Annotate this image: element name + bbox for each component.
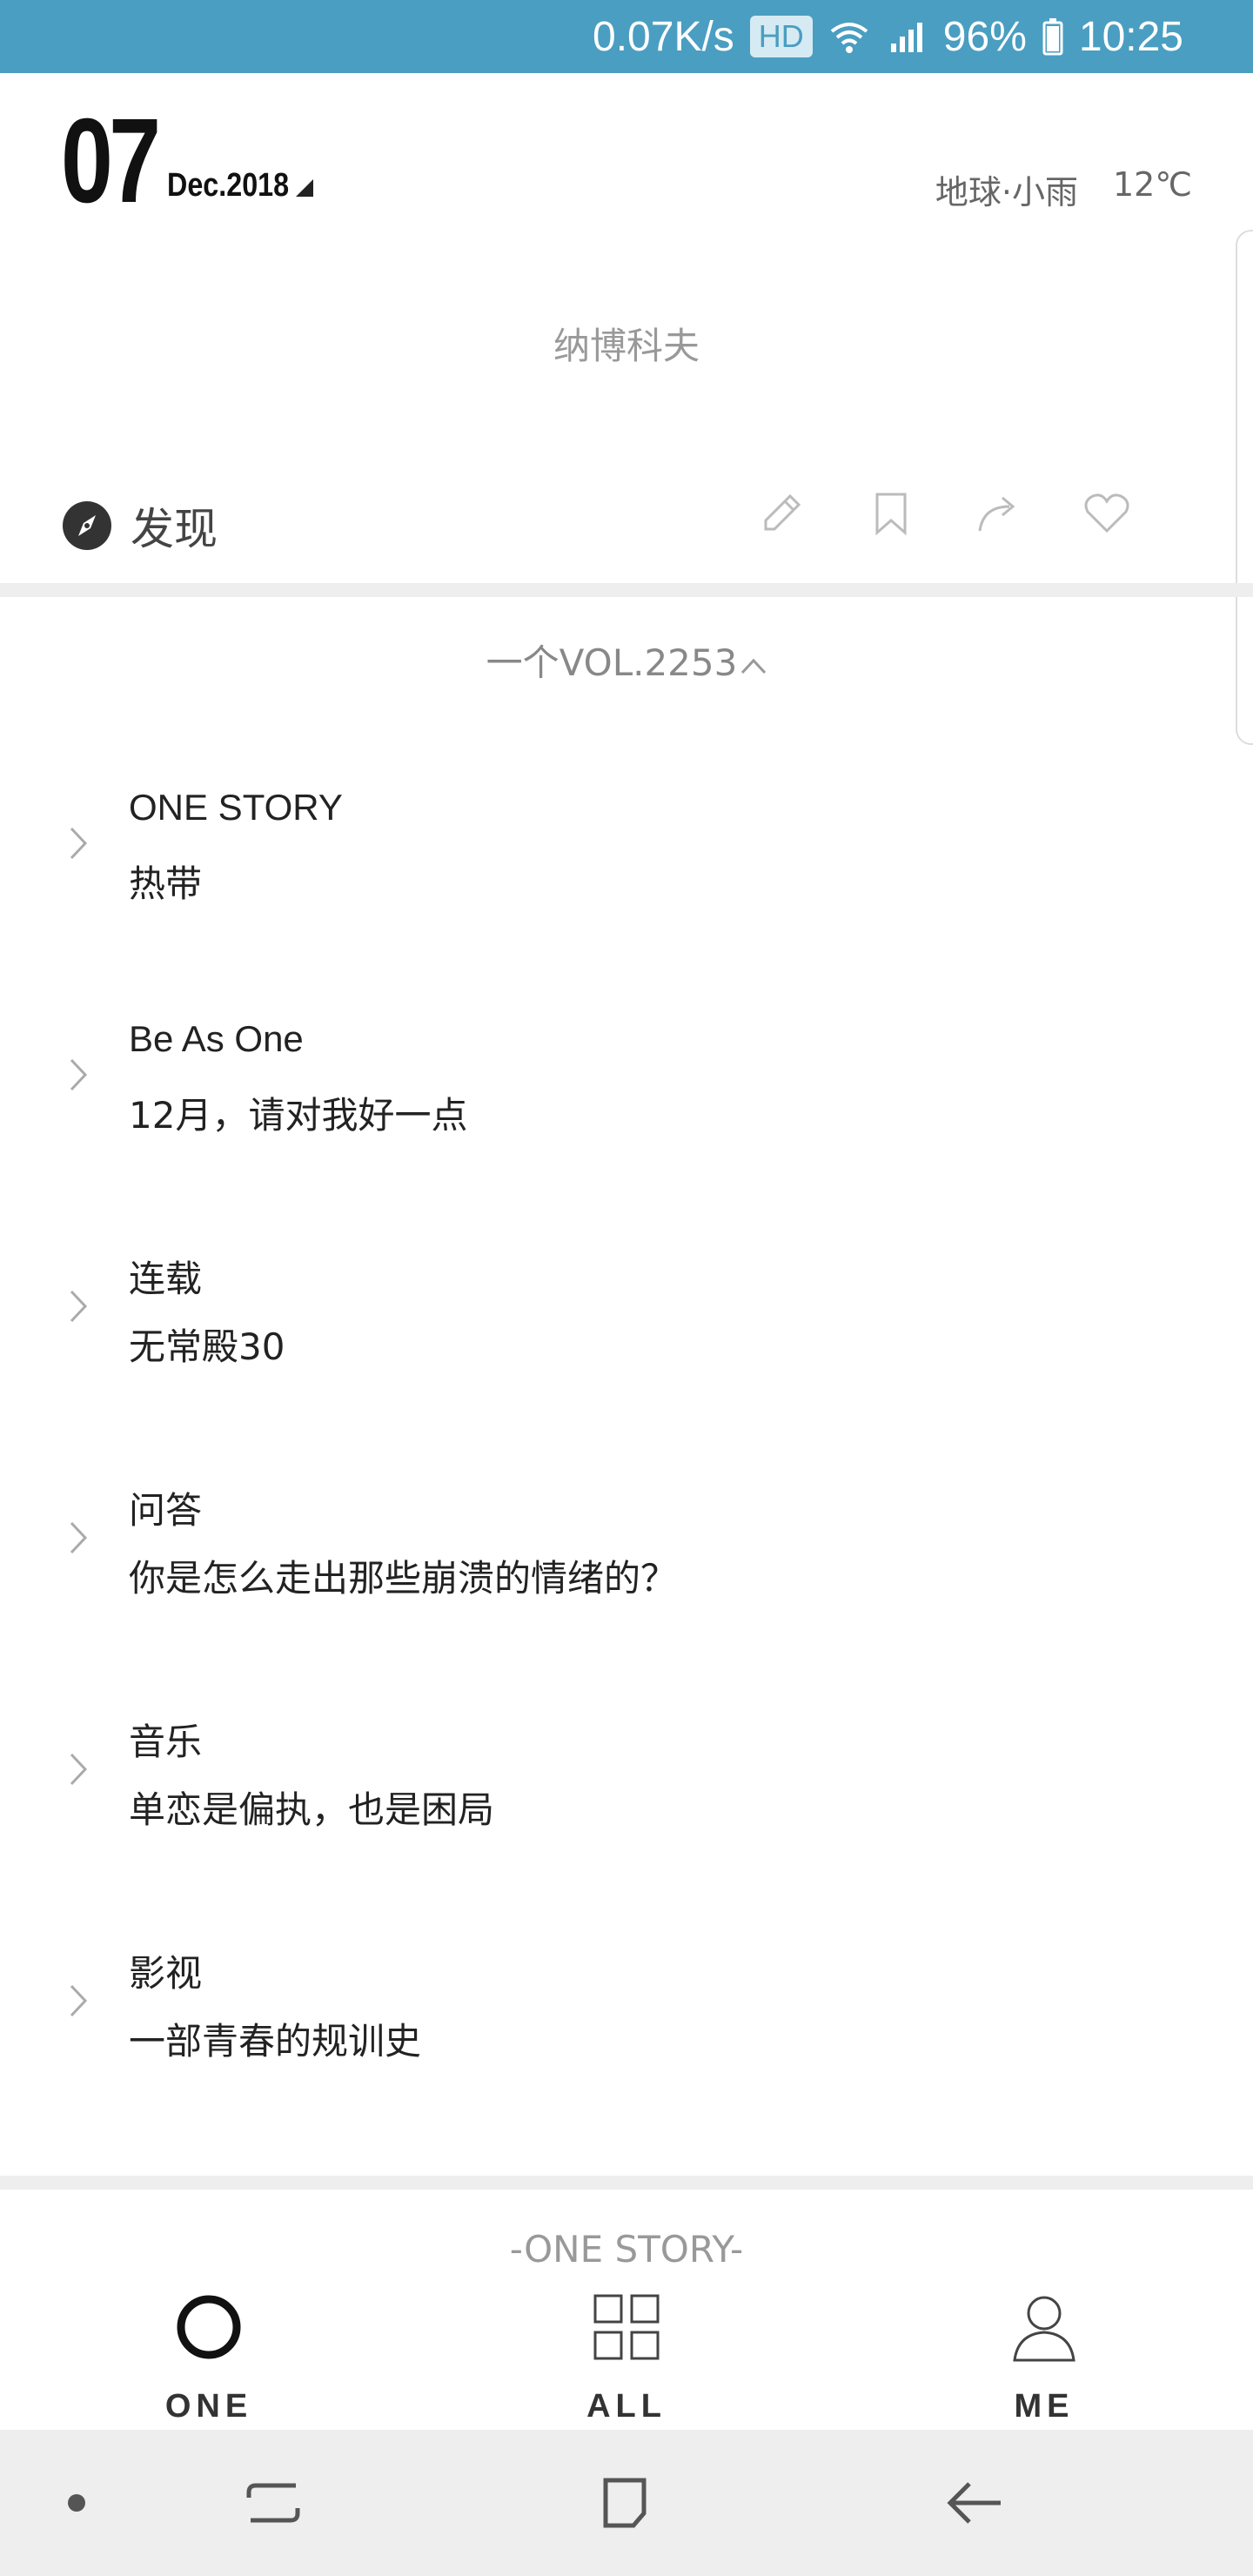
home-icon[interactable] bbox=[590, 2468, 660, 2538]
compass-icon bbox=[63, 501, 111, 550]
list-item-category: 影视 bbox=[129, 1953, 203, 1994]
author-name[interactable]: 纳博科夫 bbox=[0, 317, 1253, 370]
list-item[interactable]: 影视 一部青春的规训史 bbox=[0, 1927, 1253, 2101]
weather-temperature: 12℃ bbox=[1112, 165, 1192, 204]
list-item-title: 你是怎么走出那些崩溃的情绪的？ bbox=[129, 1557, 678, 1600]
person-icon bbox=[1013, 2296, 1075, 2362]
date-picker-caret-icon[interactable] bbox=[296, 179, 313, 197]
status-bar: 0.07K/s HD 96% 10:25 bbox=[0, 0, 1253, 73]
grid-icon bbox=[593, 2294, 660, 2360]
list-item[interactable]: Be As One 12月，请对我好一点 bbox=[0, 1001, 1253, 1175]
chevron-right-icon bbox=[70, 1753, 88, 1786]
list-item[interactable]: 问答 你是怎么走出那些崩溃的情绪的？ bbox=[0, 1464, 1253, 1638]
dot-icon[interactable] bbox=[42, 2468, 111, 2538]
list-item-category: 音乐 bbox=[129, 1721, 203, 1762]
chevron-right-icon bbox=[70, 1521, 88, 1554]
chevron-right-icon bbox=[70, 1984, 88, 2017]
clock: 10:25 bbox=[1078, 13, 1183, 60]
wifi-icon bbox=[830, 23, 868, 53]
heart-icon[interactable] bbox=[1081, 487, 1133, 540]
list-item-category: ONE STORY bbox=[129, 787, 343, 828]
hd-badge: HD bbox=[749, 16, 813, 57]
recents-icon[interactable] bbox=[238, 2468, 308, 2538]
weather-location: 地球·小雨 bbox=[935, 173, 1078, 211]
tab-label: ALL bbox=[586, 2388, 667, 2425]
back-icon[interactable] bbox=[940, 2468, 1009, 2538]
list-item-title: 无常殿30 bbox=[129, 1325, 285, 1368]
date-day: 07 bbox=[61, 94, 161, 228]
tab-label: ME bbox=[1014, 2388, 1075, 2425]
chevron-right-icon bbox=[70, 1290, 88, 1323]
bookmark-icon[interactable] bbox=[865, 487, 917, 540]
tab-label: ONE bbox=[164, 2388, 253, 2425]
volume-toggle[interactable]: 一个VOL.2253 bbox=[0, 634, 1253, 687]
chevron-right-icon bbox=[70, 827, 88, 860]
share-icon[interactable] bbox=[973, 487, 1025, 540]
battery-percent: 96% bbox=[942, 13, 1027, 60]
chevron-up-icon bbox=[741, 658, 767, 674]
network-speed: 0.07K/s bbox=[593, 13, 734, 60]
weather-info: 地球·小雨 12℃ bbox=[935, 165, 1192, 213]
list-item-title: 单恋是偏执，也是困局 bbox=[129, 1788, 495, 1831]
list-item-title: 一部青春的规训史 bbox=[129, 2020, 422, 2063]
tab-all[interactable]: ALL bbox=[539, 2292, 714, 2425]
discover-button[interactable]: 发现 bbox=[61, 494, 218, 557]
tab-one[interactable]: ONE bbox=[122, 2292, 296, 2425]
list-item-category: Be As One bbox=[129, 1018, 304, 1059]
section-divider bbox=[0, 2176, 1253, 2190]
discover-label: 发现 bbox=[131, 504, 218, 554]
chevron-right-icon bbox=[70, 1058, 88, 1091]
list-item-category: 问答 bbox=[129, 1490, 203, 1531]
volume-label: 一个VOL.2253 bbox=[486, 641, 738, 684]
battery-icon bbox=[1042, 18, 1063, 56]
bottom-tab-bar: ONE ALL ME bbox=[0, 2280, 1253, 2430]
list-item-title: 热带 bbox=[129, 862, 203, 905]
list-item-category: 连载 bbox=[129, 1258, 203, 1299]
signal-icon bbox=[890, 23, 922, 52]
list-item[interactable]: ONE STORY 热带 bbox=[0, 769, 1253, 943]
action-icons bbox=[757, 487, 1140, 540]
tab-me[interactable]: ME bbox=[957, 2292, 1131, 2425]
date-month-year[interactable]: Dec.2018 bbox=[167, 167, 289, 205]
status-bar-right: 0.07K/s HD 96% 10:25 bbox=[593, 0, 1183, 73]
list-item[interactable]: 音乐 单恋是偏执，也是困局 bbox=[0, 1695, 1253, 1869]
system-nav-bar bbox=[0, 2430, 1253, 2576]
section-divider bbox=[0, 583, 1253, 597]
circle-icon bbox=[177, 2295, 241, 2359]
list-item-title: 12月，请对我好一点 bbox=[129, 1094, 468, 1137]
pencil-icon[interactable] bbox=[757, 487, 809, 540]
list-item[interactable]: 连载 无常殿30 bbox=[0, 1232, 1253, 1406]
section-label: -ONE STORY- bbox=[509, 2228, 744, 2271]
